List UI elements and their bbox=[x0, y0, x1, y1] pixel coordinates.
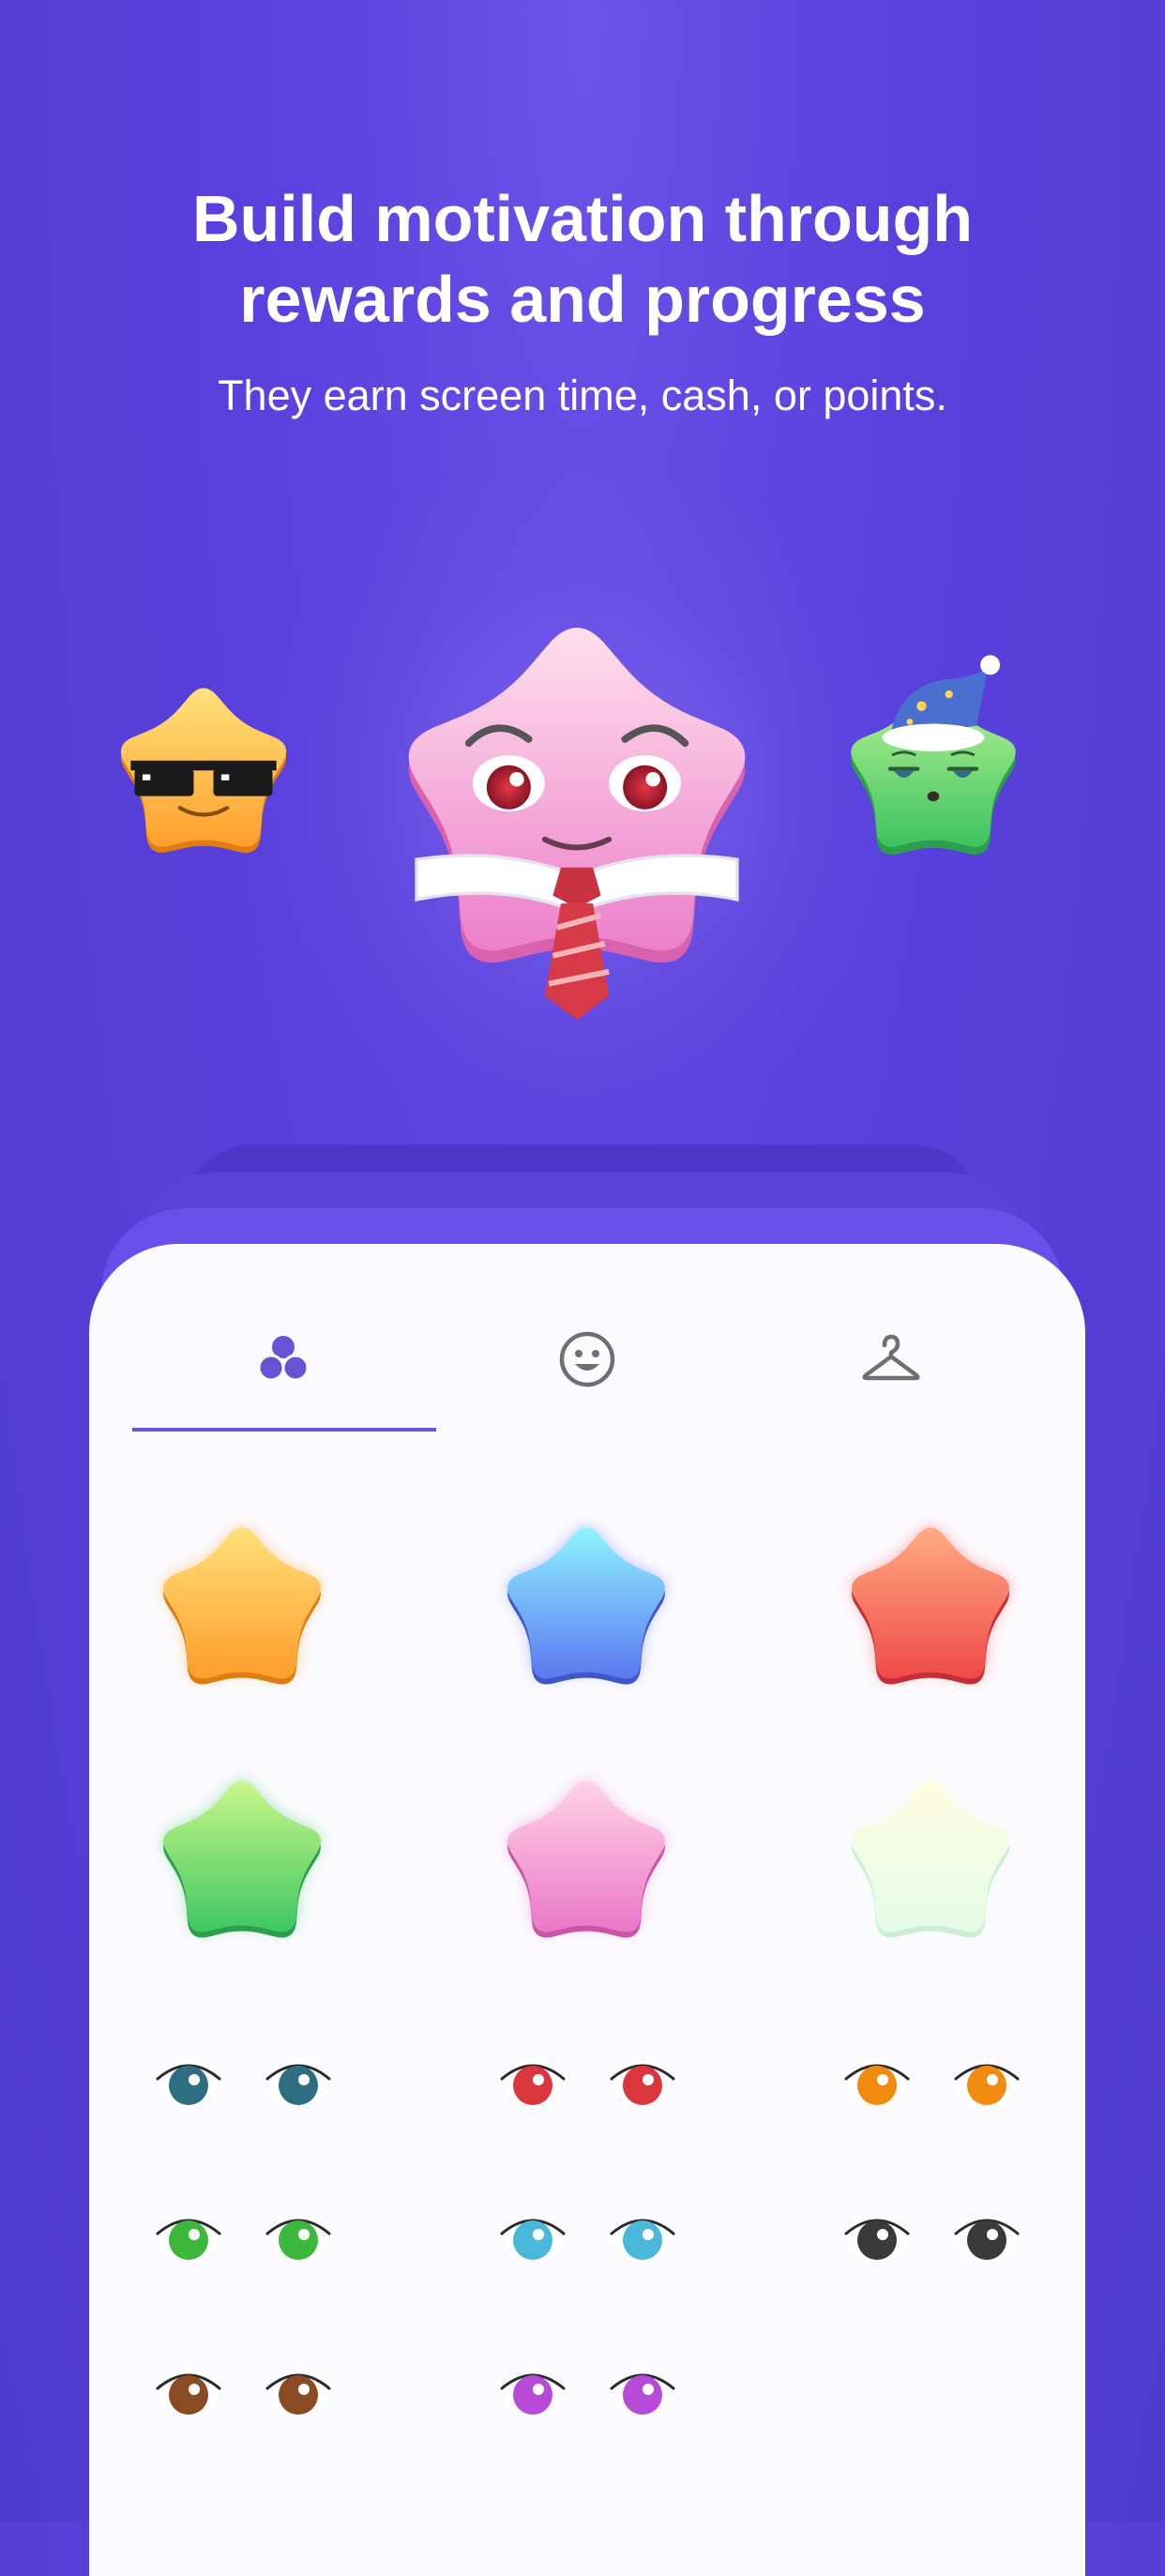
smiley-face-icon bbox=[559, 1331, 615, 1387]
color-circles-icon bbox=[257, 1336, 310, 1382]
star-color-option-pale-yellow[interactable] bbox=[837, 1760, 1024, 1947]
star-color-option-red[interactable] bbox=[837, 1507, 1024, 1694]
eye-color-option-light-blue[interactable] bbox=[497, 2205, 675, 2271]
eye-color-option-purple[interactable] bbox=[497, 2360, 675, 2426]
tab-outfits[interactable] bbox=[740, 1319, 1042, 1432]
hanger-icon bbox=[862, 1334, 920, 1381]
eye-color-option-brown[interactable] bbox=[153, 2360, 331, 2426]
tab-colors[interactable] bbox=[132, 1319, 434, 1432]
eye-color-option-black[interactable] bbox=[841, 2205, 1020, 2271]
selected-tab-indicator bbox=[132, 1428, 436, 1432]
eye-color-option-teal[interactable] bbox=[153, 2051, 331, 2116]
page-subtitle: They earn screen time, cash, or points. bbox=[218, 371, 947, 419]
eye-color-option-green[interactable] bbox=[153, 2205, 331, 2271]
green-star-nightcap-character bbox=[835, 647, 1032, 863]
customizer-tabs bbox=[89, 1244, 1085, 1432]
eye-color-option-red[interactable] bbox=[497, 2051, 675, 2116]
customizer-panel bbox=[89, 1244, 1085, 2576]
star-color-option-yellow[interactable] bbox=[148, 1507, 336, 1694]
star-color-option-pink[interactable] bbox=[492, 1760, 680, 1947]
yellow-star-sunglasses-character bbox=[105, 666, 302, 863]
pink-star-tie-character bbox=[375, 563, 779, 1021]
star-color-option-blue[interactable] bbox=[492, 1507, 680, 1694]
eye-color-option-orange[interactable] bbox=[841, 2051, 1020, 2116]
page-title: Build motivation through rewards and pro… bbox=[191, 182, 974, 336]
star-color-option-green[interactable] bbox=[148, 1760, 336, 1947]
tab-faces[interactable] bbox=[436, 1319, 738, 1432]
